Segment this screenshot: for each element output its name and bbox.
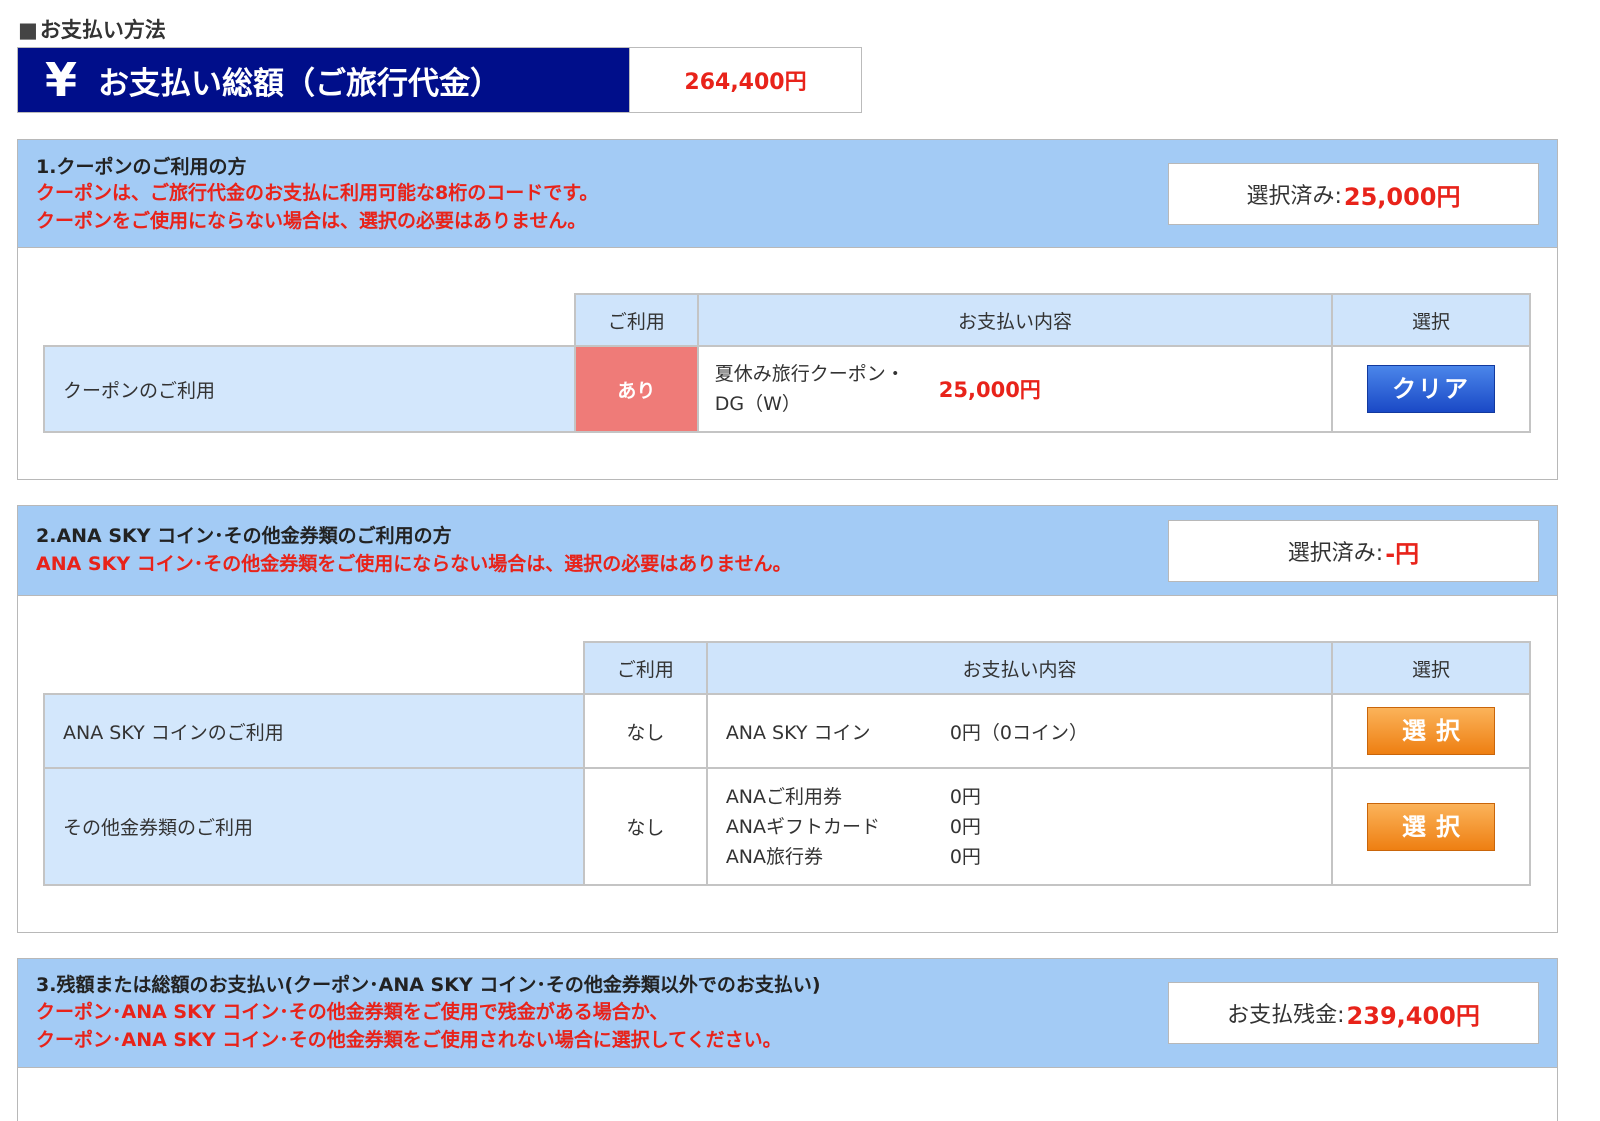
coupon-section: 1.クーポンのご利用の方 クーポンは、ご旅行代金のお支払に利用可能な8桁のコード…: [17, 139, 1558, 480]
voucher-item-name: ANAご利用券: [725, 785, 843, 808]
page-heading: ■お支払い方法: [18, 14, 166, 44]
coupon-selected-box: 選択済み: 25,000円: [1168, 163, 1539, 225]
coupon-detail-name-line1: 夏休み旅行クーポン・: [714, 363, 905, 385]
sky-coin-detail-name: ANA SKY コイン: [725, 721, 871, 744]
coin-voucher-section: 2.ANA SKY コイン･その他金券類のご利用の方 ANA SKY コイン･そ…: [17, 505, 1558, 933]
coupon-row-detail: 夏休み旅行クーポン・ DG（W） 25,000円: [696, 345, 1334, 433]
coupon-row-label: クーポンのご利用: [43, 345, 576, 433]
coin-voucher-header-detail: お支払い内容: [705, 641, 1334, 695]
voucher-item-name: ANA旅行券: [725, 845, 824, 868]
heading-square-icon: ■: [18, 18, 38, 42]
yen-icon: ¥: [44, 53, 77, 107]
coupon-table-header-row: ご利用 お支払い内容 選択: [44, 293, 1531, 347]
coupon-selected-value: 25,000円: [1343, 182, 1461, 211]
coupon-note-2: クーポンをご使用にならない場合は、選択の必要はありません。: [36, 210, 587, 232]
coupon-table: ご利用 お支払い内容 選択 クーポンのご利用 あり 夏休み旅行クーポン・ DG（…: [43, 293, 1531, 433]
voucher-row-use-status: なし: [583, 767, 708, 886]
coupon-section-notes: クーポンは、ご旅行代金のお支払に利用可能な8桁のコードです。 クーポンをご使用に…: [36, 179, 598, 235]
sky-coin-row-label: ANA SKY コインのご利用: [42, 693, 586, 769]
coin-voucher-note-1: ANA SKY コイン･その他金券類をご使用にならない場合は、選択の必要はありま…: [36, 553, 792, 575]
balance-section: 3.残額または総額のお支払い(クーポン･ANA SKY コイン･その他金券類以外…: [17, 958, 1558, 1121]
coupon-selected-label: 選択済み:: [1246, 184, 1342, 209]
voucher-row-select-cell: 選択: [1331, 767, 1531, 886]
coin-voucher-selected-label: 選択済み:: [1287, 541, 1384, 566]
coupon-header-select: 選択: [1331, 293, 1531, 347]
balance-remaining-value: 239,400円: [1346, 1001, 1480, 1030]
total-amount-label-area: ¥ お支払い総額（ご旅行代金）: [18, 48, 629, 112]
coupon-section-title: 1.クーポンのご利用の方: [36, 156, 247, 178]
total-amount-label: お支払い総額（ご旅行代金）: [98, 65, 501, 102]
coin-voucher-section-header: 2.ANA SKY コイン･その他金券類のご利用の方 ANA SKY コイン･そ…: [18, 506, 1557, 596]
coin-voucher-table-header-row: ご利用 お支払い内容 選択: [44, 641, 1531, 695]
balance-remaining-label: お支払残金:: [1227, 1003, 1345, 1028]
total-amount-box: ¥ お支払い総額（ご旅行代金） 264,400円: [17, 47, 862, 113]
sky-coin-select-button[interactable]: 選択: [1367, 707, 1496, 755]
coupon-row: クーポンのご利用 あり 夏休み旅行クーポン・ DG（W） 25,000円 クリア: [43, 345, 1531, 433]
coupon-row-select-cell: クリア: [1331, 345, 1531, 433]
balance-section-header: 3.残額または総額のお支払い(クーポン･ANA SKY コイン･その他金券類以外…: [18, 959, 1557, 1068]
table-row: その他金券類のご利用 なし ANAご利用券 0円 ANAギフトカード 0円 AN…: [42, 767, 1531, 886]
coin-voucher-section-title: 2.ANA SKY コイン･その他金券類のご利用の方: [36, 525, 452, 547]
voucher-row-label: その他金券類のご利用: [42, 767, 586, 886]
table-row: ANA SKY コインのご利用 なし ANA SKY コイン 0円（0コイン） …: [42, 693, 1531, 769]
balance-section-notes: クーポン･ANA SKY コイン･その他金券類をご使用で残金がある場合か、 クー…: [36, 998, 782, 1054]
total-amount-value: 264,400円: [629, 48, 861, 112]
page-title: お支払い方法: [39, 18, 166, 42]
coupon-header-use: ご利用: [573, 293, 699, 347]
voucher-item-value: 0円: [949, 845, 981, 868]
coupon-clear-button[interactable]: クリア: [1367, 365, 1496, 413]
sky-coin-row-use-status: なし: [583, 693, 708, 769]
coupon-section-header: 1.クーポンのご利用の方 クーポンは、ご旅行代金のお支払に利用可能な8桁のコード…: [18, 140, 1557, 248]
balance-section-title: 3.残額または総額のお支払い(クーポン･ANA SKY コイン･その他金券類以外…: [36, 974, 821, 996]
voucher-select-button[interactable]: 選択: [1367, 802, 1496, 851]
coupon-detail-amount: 25,000円: [938, 378, 1041, 402]
sky-coin-row-detail: ANA SKY コイン 0円（0コイン）: [705, 693, 1334, 769]
coin-voucher-section-notes: ANA SKY コイン･その他金券類をご使用にならない場合は、選択の必要はありま…: [36, 550, 792, 578]
coupon-row-use-status: あり: [573, 345, 699, 433]
coin-voucher-selected-value: -円: [1385, 539, 1420, 568]
coupon-detail-name: 夏休み旅行クーポン・ DG（W）: [715, 359, 939, 419]
list-item: ANA旅行券 0円: [726, 842, 1331, 872]
list-item: ANAご利用券 0円: [726, 782, 1331, 812]
list-item: ANAギフトカード 0円: [726, 812, 1331, 842]
coin-voucher-selected-box: 選択済み: -円: [1168, 520, 1539, 582]
balance-note-2: クーポン･ANA SKY コイン･その他金券類をご使用されない場合に選択してくだ…: [36, 1029, 782, 1051]
coin-voucher-header-use: ご利用: [583, 641, 708, 695]
sky-coin-detail-value: 0円（0コイン）: [949, 721, 1088, 744]
coin-voucher-header-blank: [44, 642, 585, 695]
voucher-item-name: ANAギフトカード: [725, 815, 881, 838]
balance-remaining-box: お支払残金: 239,400円: [1168, 982, 1539, 1044]
coupon-detail-name-line2: DG（W）: [714, 393, 801, 415]
coupon-note-1: クーポンは、ご旅行代金のお支払に利用可能な8桁のコードです。: [36, 182, 599, 204]
coupon-header-blank: [44, 294, 575, 347]
voucher-row-detail: ANAご利用券 0円 ANAギフトカード 0円 ANA旅行券 0円: [705, 767, 1334, 886]
balance-note-1: クーポン･ANA SKY コイン･その他金券類をご使用で残金がある場合か、: [36, 1001, 669, 1023]
sky-coin-row-select-cell: 選択: [1331, 693, 1531, 769]
coupon-header-detail: お支払い内容: [696, 293, 1334, 347]
voucher-item-value: 0円: [949, 785, 981, 808]
voucher-item-value: 0円: [949, 815, 981, 838]
coin-voucher-table: ご利用 お支払い内容 選択 ANA SKY コインのご利用 なし ANA SKY…: [42, 641, 1531, 886]
coin-voucher-header-select: 選択: [1331, 641, 1531, 695]
